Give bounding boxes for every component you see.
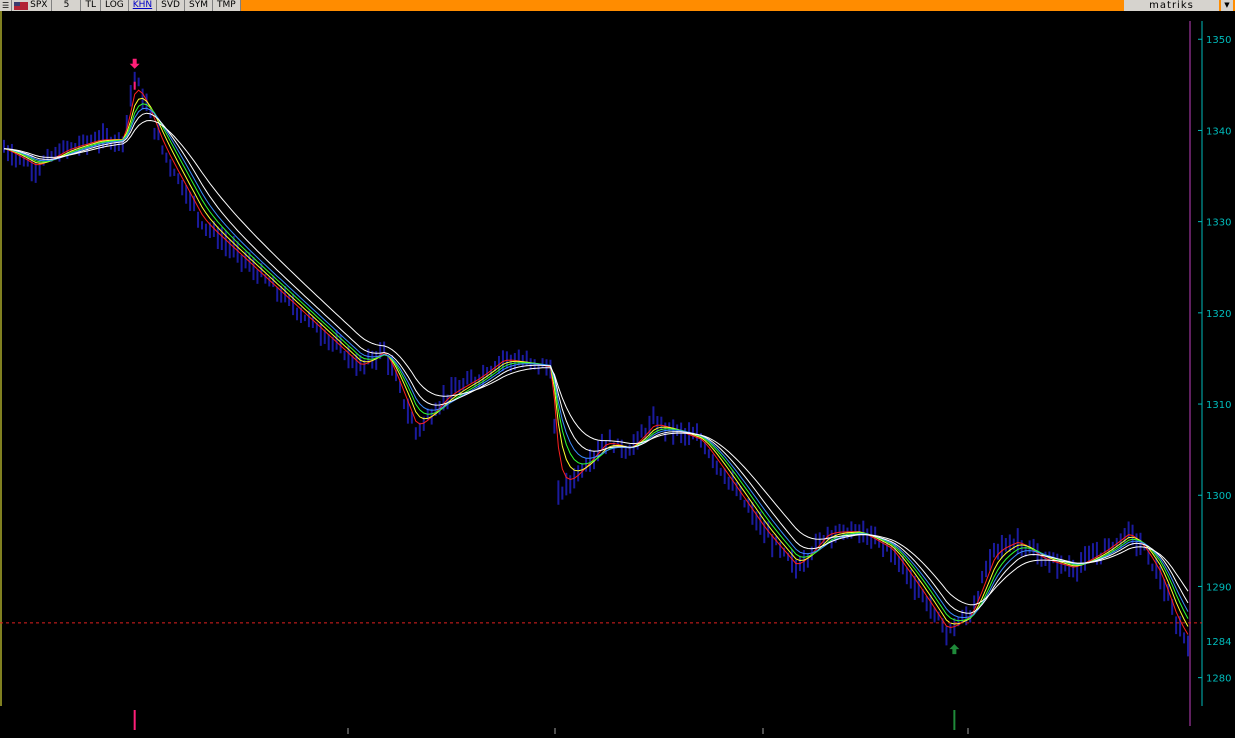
y-tick-label: 1330 — [1206, 218, 1231, 229]
y-tick-label: 1280 — [1206, 674, 1231, 685]
sym-button[interactable]: SYM — [185, 0, 213, 11]
y-tick-label: 1310 — [1206, 400, 1231, 411]
tl-button[interactable]: TL — [81, 0, 101, 11]
tmp-button[interactable]: TMP — [213, 0, 241, 11]
log-button[interactable]: LOG — [101, 0, 129, 11]
chevron-down-icon[interactable]: ▼ — [1221, 0, 1233, 11]
y-tick-label: 1300 — [1206, 491, 1231, 502]
toolbar: ☰ SPX 5 TL LOG KHN SVD SYM TMP matriks ▼ — [0, 0, 1235, 11]
y-tick-label: 1350 — [1206, 35, 1231, 46]
svd-button[interactable]: SVD — [157, 0, 185, 11]
price-chart: 1350 1340 1330 1320 1310 1300 1290 1280 1284 — [0, 11, 1235, 734]
us-flag-icon — [14, 1, 29, 10]
toolbar-buttons: ☰ SPX 5 TL LOG KHN SVD SYM TMP — [0, 0, 241, 11]
y-tick-label: 1290 — [1206, 582, 1231, 593]
signal-strip — [133, 706, 1191, 734]
period-selector[interactable]: 5 — [52, 0, 82, 11]
brand-logo: matriks — [1124, 0, 1219, 11]
y-tick-label: 1320 — [1206, 309, 1231, 320]
symbol-selector[interactable]: SPX — [12, 0, 53, 11]
y-tick-label: 1340 — [1206, 126, 1231, 137]
bottom-strip — [0, 706, 1235, 734]
khn-button[interactable]: KHN — [129, 0, 158, 11]
symbol-label: SPX — [30, 0, 48, 10]
current-price-label: 1284 — [1206, 637, 1231, 648]
menu-icon[interactable]: ☰ — [0, 0, 13, 11]
